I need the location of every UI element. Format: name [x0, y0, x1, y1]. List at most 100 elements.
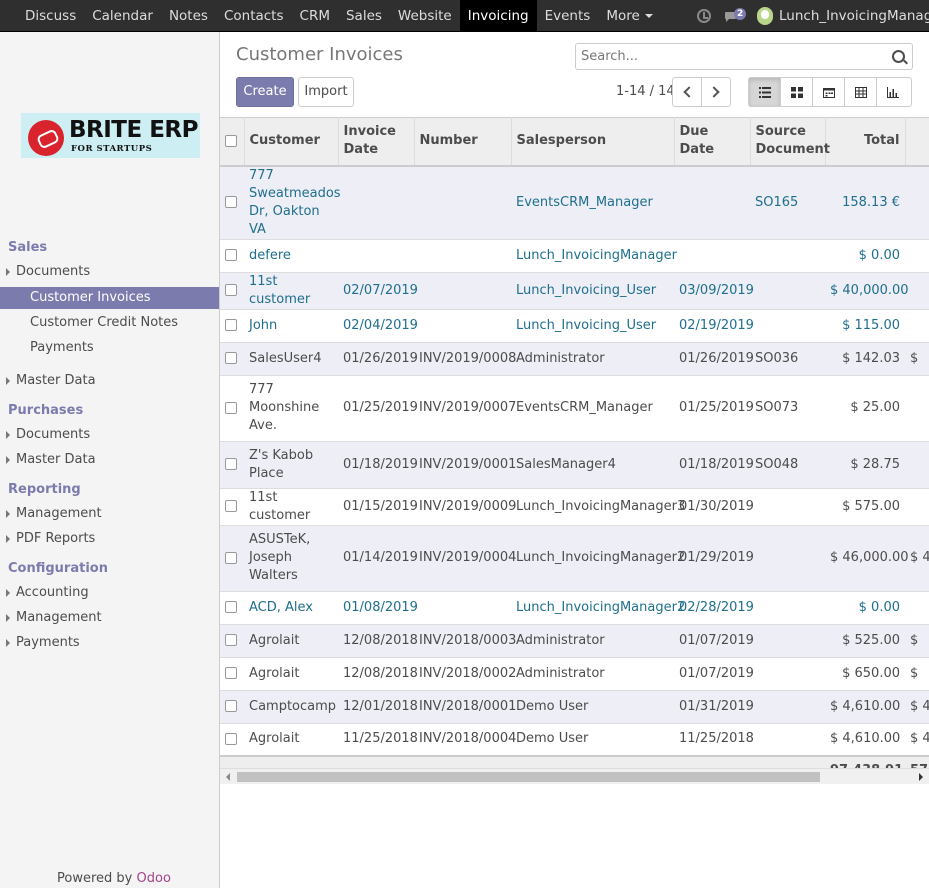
activity-clock-icon[interactable] — [697, 9, 711, 23]
sidebar-section-reporting[interactable]: Reporting — [8, 482, 81, 497]
sidebar-section-sales[interactable]: Sales — [8, 240, 47, 255]
graph-view-button[interactable] — [876, 77, 912, 107]
sidebar-item-customer-invoices[interactable]: Customer Invoices — [0, 287, 219, 309]
sidebar-item-accounting[interactable]: Accounting — [0, 582, 219, 604]
table-row[interactable]: Agrolait 12/08/2018 INV/2018/0002 Administr… — [220, 657, 929, 691]
sidebar-item-payments[interactable]: Payments — [0, 337, 219, 359]
cell-number — [414, 272, 511, 310]
column-header-invoice-date[interactable]: Invoice Date — [338, 117, 415, 167]
user-avatar[interactable] — [757, 7, 773, 25]
kanban-view-button[interactable] — [780, 77, 813, 107]
sidebar-item-purchases-documents[interactable]: Documents — [0, 424, 219, 446]
table-row[interactable]: defere Lunch_InvoicingManager $ 0.00 — [220, 239, 929, 273]
row-checkbox[interactable] — [225, 196, 237, 208]
column-header-source-document[interactable]: Source Document — [750, 117, 830, 167]
table-row[interactable]: 11st customer 01/15/2019 INV/2019/0009 Lunc… — [220, 488, 929, 526]
table-row[interactable]: 11st customer 02/07/2019 Lunch_Invoicing_U… — [220, 272, 929, 310]
table-row[interactable]: ASUSTeK, Joseph Walters 01/14/2019 INV/201… — [220, 525, 929, 592]
row-checkbox[interactable] — [225, 458, 237, 470]
cell-overflow — [905, 165, 929, 240]
cell-due-date: 01/31/2019 — [674, 690, 754, 724]
row-checkbox[interactable] — [225, 319, 237, 331]
user-menu[interactable]: Lunch_InvoicingManag... — [779, 8, 929, 24]
horizontal-scrollbar[interactable] — [220, 768, 929, 784]
column-header-number[interactable]: Number — [414, 117, 512, 167]
table-row[interactable]: ACD, Alex 01/08/2019 Lunch_InvoicingManage… — [220, 591, 929, 625]
cell-customer: 11st customer — [244, 488, 338, 526]
sidebar-item-pdf-reports[interactable]: PDF Reports — [0, 528, 219, 550]
table-row[interactable]: SalesUser4 01/26/2019 INV/2019/0008 Adminis… — [220, 342, 929, 376]
row-checkbox[interactable] — [225, 732, 237, 745]
pager-previous-button[interactable] — [672, 77, 702, 107]
column-header-due-date[interactable]: Due Date — [674, 117, 751, 167]
menu-item-website[interactable]: Website — [390, 0, 460, 32]
row-checkbox[interactable] — [225, 284, 237, 296]
column-header-overflow[interactable] — [905, 117, 929, 167]
select-all-checkbox[interactable] — [225, 134, 237, 147]
menu-item-more[interactable]: More — [598, 0, 660, 32]
row-checkbox[interactable] — [225, 601, 237, 613]
sidebar-item-config-payments[interactable]: Payments — [0, 632, 219, 654]
column-header-total[interactable]: Total — [825, 117, 906, 167]
sidebar-item-master-data[interactable]: Master Data — [0, 370, 219, 392]
sidebar-item-sales-documents[interactable]: Documents — [0, 261, 219, 283]
create-button[interactable]: Create — [236, 77, 294, 107]
table-row[interactable]: Agrolait 11/25/2018 INV/2018/0004 Demo User… — [220, 723, 929, 757]
menu-item-calendar[interactable]: Calendar — [84, 0, 161, 32]
table-row[interactable]: John 02/04/2019 Lunch_Invoicing_User 02/19/… — [220, 309, 929, 343]
row-checkbox[interactable] — [225, 352, 237, 364]
cell-salesperson: Lunch_Invoicing_User — [511, 309, 674, 343]
sidebar-section-configuration[interactable]: Configuration — [8, 561, 108, 576]
message-count-badge: 2 — [734, 8, 747, 20]
list-view-button[interactable] — [748, 77, 781, 107]
cell-due-date: 01/07/2019 — [674, 624, 754, 658]
menu-item-discuss[interactable]: Discuss — [17, 0, 84, 32]
scroll-right-icon[interactable] — [919, 773, 923, 781]
menu-item-notes[interactable]: Notes — [161, 0, 216, 32]
sidebar-item-purchases-master-data[interactable]: Master Data — [0, 449, 219, 471]
sidebar-item-management[interactable]: Management — [0, 503, 219, 525]
row-checkbox[interactable] — [225, 249, 237, 261]
calendar-view-button[interactable] — [812, 77, 845, 107]
cell-number: INV/2018/0002 — [414, 657, 516, 691]
row-checkbox[interactable] — [225, 700, 237, 712]
sidebar-item-config-management[interactable]: Management — [0, 607, 219, 629]
menu-item-contacts[interactable]: Contacts — [216, 0, 292, 32]
pager-next-button[interactable] — [701, 77, 731, 107]
cell-invoice-date — [338, 239, 414, 273]
table-row[interactable]: Z's Kabob Place 01/18/2019 INV/2019/0001 Sa… — [220, 441, 929, 489]
menu-item-events[interactable]: Events — [537, 0, 599, 32]
table-row[interactable]: 777 Sweatmeados Dr, Oakton VA EventsCRM_M… — [220, 165, 929, 240]
table-row[interactable]: 777 Moonshine Ave. 01/25/2019 INV/2019/000… — [220, 375, 929, 442]
table-row[interactable]: Camptocamp 12/01/2018 INV/2018/0001 Demo Us… — [220, 690, 929, 724]
menu-item-invoicing[interactable]: Invoicing — [459, 0, 537, 32]
messaging-icon[interactable]: 2 — [725, 8, 747, 24]
search-input[interactable] — [581, 47, 881, 66]
menu-item-sales[interactable]: Sales — [338, 0, 390, 32]
pivot-view-button[interactable] — [844, 77, 877, 107]
import-button[interactable]: Import — [298, 77, 354, 107]
row-checkbox[interactable] — [225, 551, 237, 564]
cell-customer: Agrolait — [244, 723, 338, 757]
scroll-left-icon[interactable] — [226, 773, 230, 781]
pager-value[interactable]: 1-14 / 14 — [616, 84, 675, 99]
menu-item-crm[interactable]: CRM — [292, 0, 338, 32]
table-row[interactable]: Agrolait 12/08/2018 INV/2018/0003 Administr… — [220, 624, 929, 658]
cell-due-date: 02/28/2019 — [674, 591, 754, 625]
invoice-table: Customer Invoice Date Number Salesperson… — [220, 117, 929, 777]
row-checkbox[interactable] — [225, 667, 237, 679]
sidebar-section-purchases[interactable]: Purchases — [8, 403, 83, 418]
odoo-link[interactable]: Odoo — [137, 871, 171, 886]
row-checkbox[interactable] — [225, 634, 237, 646]
column-header-customer[interactable]: Customer — [244, 117, 339, 167]
row-checkbox[interactable] — [225, 500, 237, 512]
column-header-salesperson[interactable]: Salesperson — [511, 117, 675, 167]
scrollbar-thumb[interactable] — [237, 772, 820, 782]
sidebar-item-customer-credit-notes[interactable]: Customer Credit Notes — [0, 312, 219, 334]
sidebar-item-label: Payments — [16, 635, 80, 650]
cell-source-document: SO165 — [750, 165, 825, 240]
search-box[interactable] — [575, 43, 913, 70]
row-checkbox[interactable] — [225, 401, 237, 414]
search-icon[interactable] — [892, 50, 905, 63]
cell-source-document — [750, 272, 825, 310]
